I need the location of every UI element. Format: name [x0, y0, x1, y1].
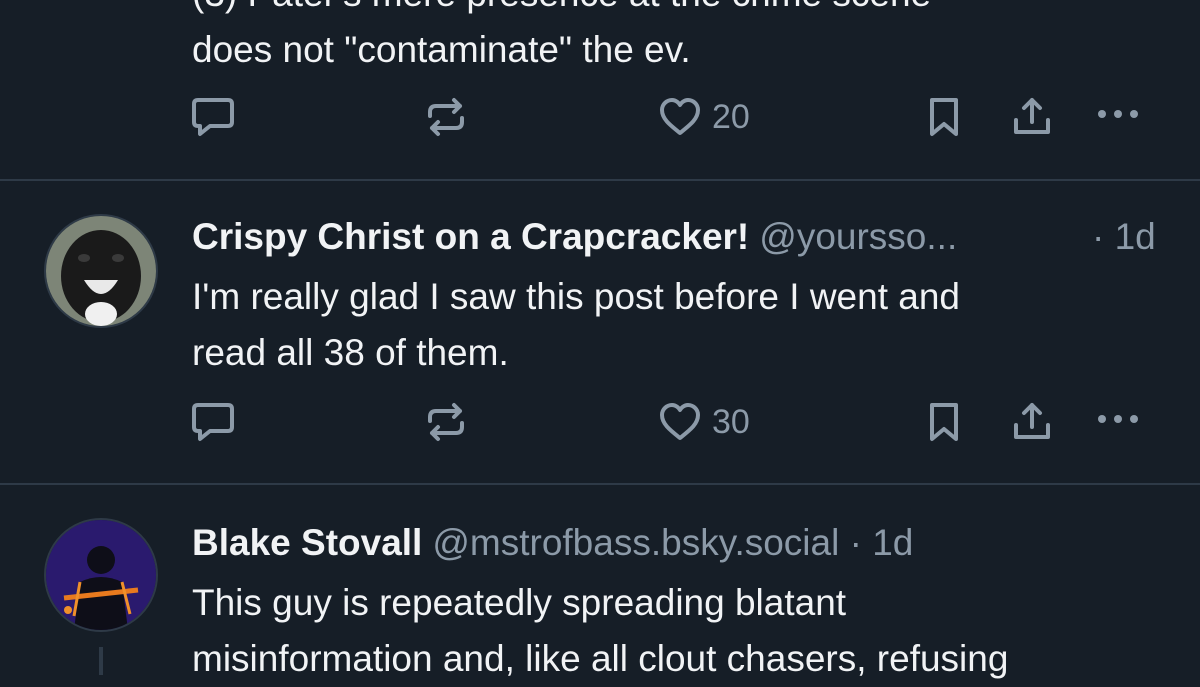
post-actions: 20 [0, 88, 1200, 148]
like-count: 30 [712, 402, 750, 441]
heart-icon [660, 98, 700, 135]
heart-icon [660, 403, 700, 440]
share-button[interactable] [1012, 401, 1052, 443]
reply-button[interactable] [190, 401, 236, 443]
post-3[interactable]: Blake Stovall @mstrofbass.bsky.social · 1… [0, 485, 1200, 679]
post-text: I'm really glad I saw this post before I… [192, 269, 1172, 381]
post-text: (3) Pater's mere presence at the crime s… [192, 0, 1172, 78]
share-icon [1014, 403, 1050, 439]
reply-icon [192, 98, 234, 136]
post-2[interactable]: Crispy Christ on a Crapcracker! @yoursso.… [0, 181, 1200, 484]
more-button[interactable] [1096, 413, 1142, 425]
repost-button[interactable] [424, 96, 468, 138]
post-header: Blake Stovall @mstrofbass.bsky.social · 1… [192, 521, 913, 565]
post-text: This guy is repeatedly spreading blatant… [192, 575, 1172, 687]
author-handle[interactable]: @yoursso... [759, 216, 957, 257]
post-text-line: does not "contaminate" the ev. [192, 29, 691, 70]
post-actions: 30 [0, 393, 1200, 453]
post-text-line: This guy is repeatedly spreading blatant [192, 582, 847, 623]
bookmark-button[interactable] [926, 96, 962, 138]
bookmark-icon [930, 403, 958, 441]
like-count: 20 [712, 97, 750, 136]
reply-button[interactable] [190, 96, 236, 138]
repost-icon [428, 403, 464, 441]
post-1[interactable]: (3) Pater's mere presence at the crime s… [0, 0, 1200, 180]
more-icon [1098, 415, 1138, 423]
share-icon [1014, 98, 1050, 134]
post-header: Crispy Christ on a Crapcracker! @yoursso.… [192, 215, 957, 259]
more-icon [1098, 110, 1138, 118]
more-button[interactable] [1096, 108, 1142, 120]
avatar[interactable] [44, 518, 158, 632]
post-text-line: misinformation and, like all clout chase… [192, 638, 1009, 679]
like-button[interactable]: 20 [658, 97, 750, 137]
post-time[interactable]: · 1d [850, 522, 914, 563]
thread-line [99, 647, 103, 675]
post-text-line: read all 38 of them. [192, 332, 509, 373]
share-button[interactable] [1012, 96, 1052, 138]
bookmark-icon [930, 98, 958, 136]
like-button[interactable]: 30 [658, 402, 750, 442]
avatar[interactable] [44, 214, 158, 328]
reply-icon [192, 403, 234, 441]
author-name[interactable]: Crispy Christ on a Crapcracker! [192, 216, 749, 257]
post-text-line: I'm really glad I saw this post before I… [192, 276, 961, 317]
repost-button[interactable] [424, 401, 468, 443]
post-text-line: (3) Pater's mere presence at the crime s… [192, 0, 1172, 22]
author-handle[interactable]: @mstrofbass.bsky.social [432, 522, 839, 563]
bookmark-button[interactable] [926, 401, 962, 443]
post-time[interactable]: · 1d [1092, 215, 1156, 259]
author-name[interactable]: Blake Stovall [192, 522, 422, 563]
repost-icon [428, 98, 464, 136]
